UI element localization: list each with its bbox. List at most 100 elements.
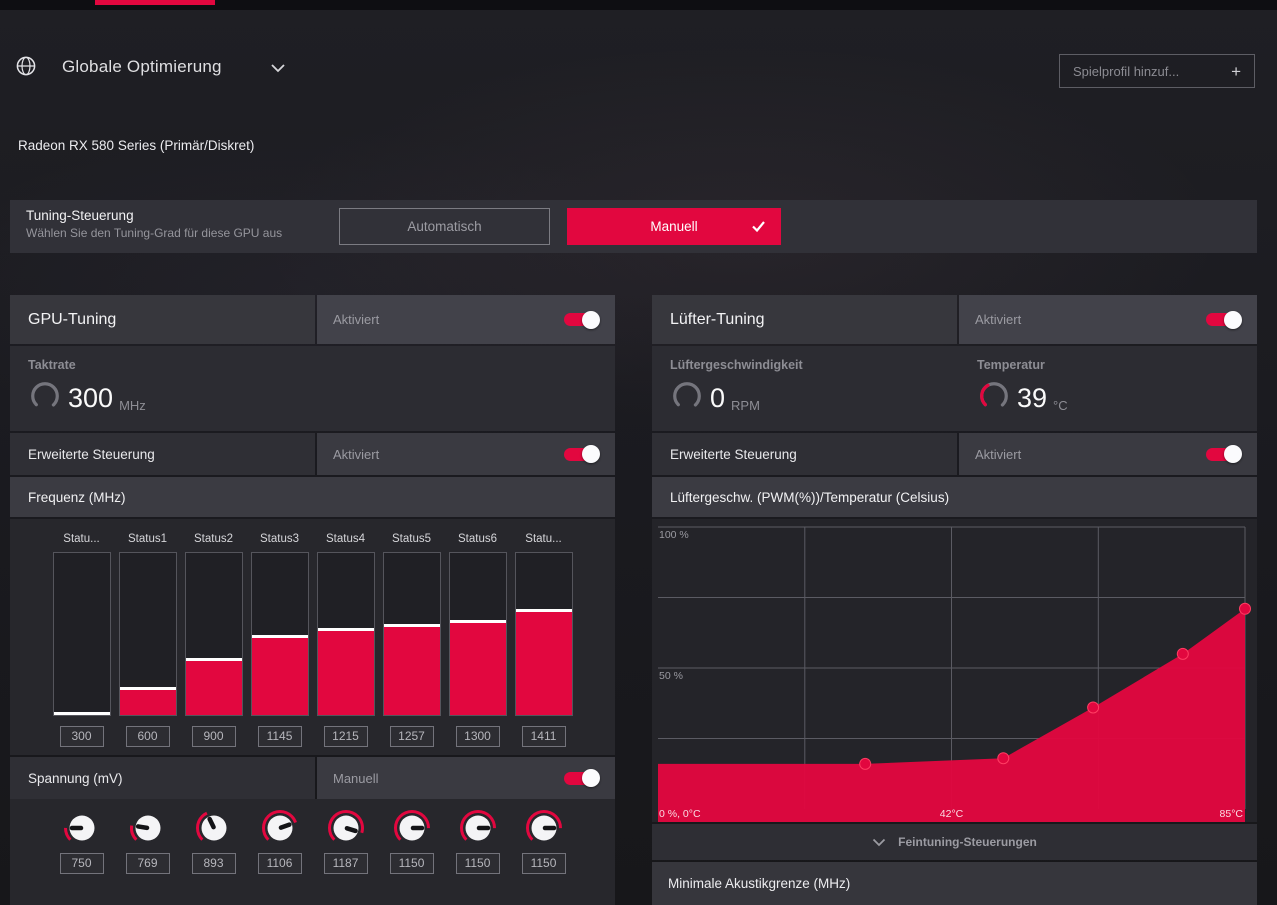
fan-curve-point[interactable]: [859, 757, 872, 770]
manual-tuning-button[interactable]: Manuell: [567, 208, 781, 245]
fan-curve-chart: 100 % 50 % 0 %, 0°C 42°C 85°C: [652, 519, 1257, 822]
fan-curve-point[interactable]: [1239, 602, 1251, 615]
state-label: Statu...: [525, 533, 562, 545]
voltage-knob[interactable]: [258, 806, 302, 850]
radeon-software-window: Globale Optimierung Spielprofil hinzuf..…: [0, 0, 1277, 905]
y-tick-100: 100 %: [659, 529, 689, 541]
voltage-knob[interactable]: [522, 806, 566, 850]
gpu-advanced-row: Erweiterte Steuerung Aktiviert: [10, 433, 615, 475]
voltage-knob[interactable]: [390, 806, 434, 850]
voltage-knob[interactable]: [60, 806, 104, 850]
gpu-advanced-toggle[interactable]: [564, 445, 600, 463]
fan-advanced-enabled-label: Aktiviert: [975, 446, 1022, 462]
y-tick-50: 50 %: [659, 670, 683, 682]
frequency-bar-fill: [449, 619, 506, 715]
frequency-bar-fill: [383, 623, 440, 715]
frequency-bar-fill: [53, 712, 110, 715]
voltage-knob-column: 1187: [317, 806, 375, 905]
voltage-value-box[interactable]: 1106: [257, 853, 302, 874]
frequency-value-box[interactable]: 1145: [257, 726, 302, 747]
fan-curve-point[interactable]: [997, 752, 1010, 765]
frequency-section-header: Frequenz (MHz): [10, 477, 615, 517]
frequency-bar-fill: [251, 634, 308, 715]
voltage-manual-toggle[interactable]: [564, 769, 600, 787]
temperature-label: Temperatur: [977, 358, 1045, 372]
frequency-state-column: Status5 1257: [382, 528, 441, 755]
fan-curve-section-header: Lüftergeschw. (PWM(%))/Temperatur (Celsi…: [652, 477, 1257, 517]
frequency-value-box[interactable]: 1257: [389, 726, 434, 747]
state-label: Statu...: [63, 533, 100, 545]
page-header: Globale Optimierung Spielprofil hinzuf..…: [0, 46, 1277, 96]
frequency-bar-slider[interactable]: [316, 552, 375, 716]
active-tab-indicator[interactable]: [95, 0, 215, 5]
frequency-value-box[interactable]: 1411: [521, 726, 566, 747]
frequency-state-column: Status2 900: [184, 528, 243, 755]
gpu-tuning-title-cell: GPU-Tuning: [10, 295, 315, 344]
frequency-state-column: Status3 1145: [250, 528, 309, 755]
state-label: Status1: [128, 533, 167, 545]
tuning-control-text: Tuning-Steuerung Wählen Sie den Tuning-G…: [26, 208, 282, 240]
state-label: Status3: [260, 533, 299, 545]
frequency-state-column: Status6 1300: [448, 528, 507, 755]
clock-gauge-row: Taktrate 300 MHz: [10, 346, 615, 431]
fan-tuning-toggle[interactable]: [1206, 310, 1242, 329]
frequency-value-box[interactable]: 1215: [323, 726, 368, 747]
page-title: Globale Optimierung: [62, 57, 222, 76]
voltage-knob[interactable]: [324, 806, 368, 850]
frequency-bar-slider[interactable]: [514, 552, 573, 716]
frequency-bar-slider[interactable]: [382, 552, 441, 716]
fine-tuning-expander[interactable]: Feintuning-Steuerungen: [652, 824, 1257, 860]
chevron-down-icon: [271, 64, 285, 73]
frequency-bar-slider[interactable]: [118, 552, 177, 716]
frequency-bar-slider[interactable]: [448, 552, 507, 716]
check-icon: [752, 221, 765, 233]
voltage-value-box[interactable]: 1150: [389, 853, 434, 874]
min-acoustic-label: Minimale Akustikgrenze (MHz): [668, 876, 851, 891]
frequency-state-column: Statu... 300: [52, 528, 111, 755]
voltage-value-box[interactable]: 1150: [521, 853, 566, 874]
frequency-bar-slider[interactable]: [184, 552, 243, 716]
fan-tuning-status-cell: Aktiviert: [959, 295, 1257, 344]
voltage-knob[interactable]: [456, 806, 500, 850]
frequency-value-box[interactable]: 900: [191, 726, 236, 747]
voltage-value-box[interactable]: 769: [125, 853, 170, 874]
voltage-value-box[interactable]: 1187: [323, 853, 368, 874]
automatic-tuning-button[interactable]: Automatisch: [339, 208, 550, 245]
voltage-knob[interactable]: [192, 806, 236, 850]
voltage-value-box[interactable]: 1150: [455, 853, 500, 874]
fan-curve-point[interactable]: [1087, 701, 1100, 714]
frequency-value-box[interactable]: 300: [59, 726, 104, 747]
fan-speed-unit: RPM: [731, 398, 760, 413]
voltage-knob[interactable]: [126, 806, 170, 850]
fan-curve-point[interactable]: [1176, 647, 1189, 660]
fine-tuning-label: Feintuning-Steuerungen: [898, 835, 1037, 849]
voltage-knob-column: 750: [53, 806, 111, 905]
voltage-knob-row: 750 769 893 1106 1187 1150 1150 1150: [10, 799, 615, 905]
frequency-bar-slider[interactable]: [52, 552, 111, 716]
voltage-value-box[interactable]: 893: [191, 853, 236, 874]
voltage-label-cell: Spannung (mV): [10, 757, 315, 799]
frequency-bar-chart: Statu... 300 Status1 600 Status2 900 Status3 11…: [10, 519, 615, 755]
frequency-value-box[interactable]: 600: [125, 726, 170, 747]
fan-tuning-panel: Lüfter-Tuning Aktiviert Lüftergeschwindi…: [652, 295, 1257, 905]
frequency-value-box[interactable]: 1300: [455, 726, 500, 747]
gpu-tuning-toggle[interactable]: [564, 310, 600, 329]
add-game-profile-button[interactable]: Spielprofil hinzuf... +: [1059, 54, 1255, 88]
temperature-gauge-icon: [977, 379, 1011, 418]
x-label-left: 0 %, 0°C: [659, 808, 701, 820]
frequency-bar-slider[interactable]: [250, 552, 309, 716]
voltage-status-cell: Manuell: [317, 757, 615, 799]
fan-advanced-toggle[interactable]: [1206, 445, 1242, 463]
temperature-unit: °C: [1053, 398, 1068, 413]
fan-tuning-title: Lüfter-Tuning: [670, 310, 765, 328]
globe-icon: [15, 55, 37, 77]
fan-advanced-row: Erweiterte Steuerung Aktiviert: [652, 433, 1257, 475]
voltage-knob-column: 1106: [251, 806, 309, 905]
state-label: Status2: [194, 533, 233, 545]
fan-speed-value: 0: [710, 383, 726, 413]
state-label: Status4: [326, 533, 365, 545]
optimization-profile-dropdown[interactable]: Globale Optimierung: [62, 46, 286, 88]
voltage-value-box[interactable]: 750: [59, 853, 104, 874]
gpu-tuning-title: GPU-Tuning: [28, 310, 117, 328]
manual-tuning-label: Manuell: [650, 219, 698, 234]
